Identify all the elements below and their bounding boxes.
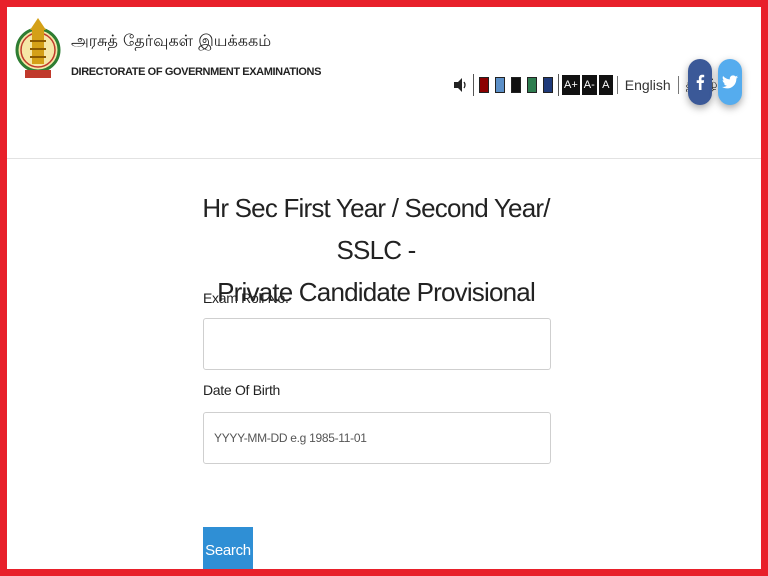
tn-emblem-icon	[15, 18, 61, 78]
facebook-icon	[696, 74, 705, 90]
theme-swatch-maroon[interactable]	[479, 77, 489, 93]
font-reset-button[interactable]: A	[598, 75, 613, 95]
search-button[interactable]: Search	[203, 527, 253, 569]
facebook-button[interactable]	[688, 59, 712, 105]
dob-label: Date Of Birth	[203, 382, 281, 398]
dob-input[interactable]	[203, 412, 551, 464]
language-english-link[interactable]: English	[621, 77, 675, 93]
page-frame: அரசுத் தேர்வுகள் இயக்ககம் DIRECTORATE OF…	[7, 7, 761, 569]
org-name-english: DIRECTORATE OF GOVERNMENT EXAMINATIONS	[71, 66, 322, 78]
accessibility-toolbar: A+ A- A English தமிழ்	[453, 65, 721, 105]
toolbar-divider	[677, 76, 679, 94]
theme-swatch-black[interactable]	[511, 77, 521, 93]
roll-number-label: Exam Roll No.	[203, 290, 289, 306]
theme-swatch-navy[interactable]	[543, 77, 553, 93]
toolbar-divider	[616, 76, 618, 94]
font-decrease-button[interactable]: A-	[581, 75, 597, 95]
speaker-icon[interactable]	[453, 77, 467, 93]
roll-number-input[interactable]	[203, 318, 551, 370]
twitter-icon	[722, 75, 738, 89]
font-increase-button[interactable]: A+	[562, 75, 580, 95]
org-name-tamil: அரசுத் தேர்வுகள் இயக்ககம்	[71, 31, 272, 50]
page-title-line1: Hr Sec First Year / Second Year/ SSLC -	[202, 193, 550, 265]
twitter-button[interactable]	[718, 59, 742, 105]
theme-swatch-blue[interactable]	[495, 77, 505, 93]
toolbar-divider	[558, 74, 559, 96]
toolbar-divider	[473, 74, 474, 96]
theme-swatch-green[interactable]	[527, 77, 537, 93]
site-header: அரசுத் தேர்வுகள் இயக்ககம் DIRECTORATE OF…	[7, 7, 761, 159]
